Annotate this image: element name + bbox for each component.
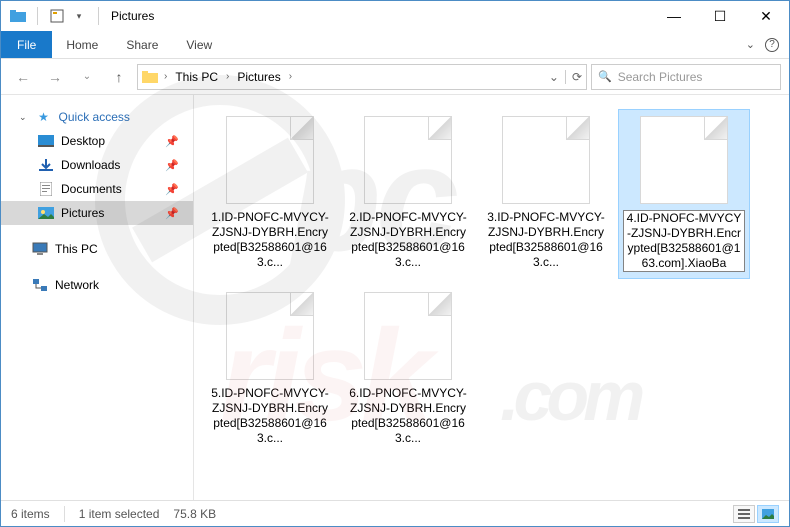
breadcrumb-segment-pictures[interactable]: Pictures — [233, 70, 284, 84]
star-icon: ★ — [35, 110, 53, 124]
file-item[interactable]: 4.ID-PNOFC-MVYCY-ZJSNJ-DYBRH.Encrypted[B… — [618, 109, 750, 279]
quick-access-toolbar: ▾ — [9, 7, 105, 25]
file-label: 6.ID-PNOFC-MVYCY-ZJSNJ-DYBRH.Encrypted[B… — [347, 386, 469, 446]
tab-home[interactable]: Home — [52, 31, 112, 58]
pin-icon: 📌 — [165, 207, 179, 220]
minimize-button[interactable]: — — [651, 1, 697, 31]
network-icon — [31, 278, 49, 292]
status-bar: 6 items 1 item selected 75.8 KB — [1, 500, 789, 526]
separator — [64, 506, 65, 522]
recent-locations-button[interactable]: ⌄ — [73, 63, 101, 91]
ribbon-collapse-button[interactable]: ⌄ ? — [736, 31, 789, 58]
pictures-icon — [37, 207, 55, 219]
sidebar-item-label: Quick access — [59, 110, 130, 124]
downloads-icon — [37, 158, 55, 172]
file-label: 2.ID-PNOFC-MVYCY-ZJSNJ-DYBRH.Encrypted[B… — [347, 210, 469, 270]
file-icon — [640, 116, 728, 204]
file-item[interactable]: 3.ID-PNOFC-MVYCY-ZJSNJ-DYBRH.Encrypted[B… — [480, 109, 612, 279]
thumbnails-view-button[interactable] — [757, 505, 779, 523]
close-button[interactable]: ✕ — [743, 1, 789, 31]
titlebar[interactable]: ▾ Pictures — ☐ ✕ — [1, 1, 789, 31]
separator — [37, 7, 38, 25]
sidebar-item-desktop[interactable]: Desktop 📌 — [1, 129, 193, 153]
window-controls: — ☐ ✕ — [651, 1, 789, 31]
maximize-button[interactable]: ☐ — [697, 1, 743, 31]
navigation-pane: ⌄ ★ Quick access Desktop 📌 Downloads 📌 D… — [1, 95, 194, 500]
file-label: 4.ID-PNOFC-MVYCY-ZJSNJ-DYBRH.Encrypted[B… — [623, 210, 745, 272]
sidebar-item-label: Documents — [61, 182, 122, 196]
expand-icon[interactable]: ⌄ — [19, 112, 27, 123]
separator — [98, 7, 99, 25]
sidebar-item-downloads[interactable]: Downloads 📌 — [1, 153, 193, 177]
help-icon[interactable]: ? — [765, 38, 779, 52]
documents-icon — [37, 182, 55, 196]
pin-icon: 📌 — [165, 159, 179, 172]
details-view-button[interactable] — [733, 505, 755, 523]
qat-dropdown-icon[interactable]: ▾ — [70, 7, 88, 25]
sidebar-item-label: Network — [55, 278, 99, 292]
status-size: 75.8 KB — [173, 507, 216, 521]
file-label: 3.ID-PNOFC-MVYCY-ZJSNJ-DYBRH.Encrypted[B… — [485, 210, 607, 270]
status-item-count: 6 items — [11, 507, 50, 521]
pin-icon: 📌 — [165, 135, 179, 148]
up-button[interactable]: ↑ — [105, 63, 133, 91]
search-placeholder: Search Pictures — [618, 70, 703, 84]
view-toggles — [733, 505, 779, 523]
desktop-icon — [37, 135, 55, 147]
file-icon — [364, 292, 452, 380]
chevron-right-icon[interactable]: › — [162, 71, 169, 82]
breadcrumb[interactable]: › This PC › Pictures › ⌄ ⟳ — [137, 64, 587, 90]
app-icon — [9, 7, 27, 25]
file-item[interactable]: 6.ID-PNOFC-MVYCY-ZJSNJ-DYBRH.Encrypted[B… — [342, 285, 474, 455]
chevron-down-icon: ⌄ — [746, 38, 755, 51]
chevron-right-icon[interactable]: › — [224, 71, 231, 82]
chevron-right-icon[interactable]: › — [287, 71, 294, 82]
sidebar-item-label: Desktop — [61, 134, 105, 148]
address-bar: ← → ⌄ ↑ › This PC › Pictures › ⌄ ⟳ 🔍 Sea… — [1, 59, 789, 95]
body: ⌄ ★ Quick access Desktop 📌 Downloads 📌 D… — [1, 95, 789, 500]
file-label: 1.ID-PNOFC-MVYCY-ZJSNJ-DYBRH.Encrypted[B… — [209, 210, 331, 270]
file-label: 5.ID-PNOFC-MVYCY-ZJSNJ-DYBRH.Encrypted[B… — [209, 386, 331, 446]
back-button[interactable]: ← — [9, 63, 37, 91]
properties-icon[interactable] — [48, 7, 66, 25]
explorer-window: ▾ Pictures — ☐ ✕ File Home Share View ⌄ … — [0, 0, 790, 527]
breadcrumb-dropdown-icon[interactable]: ⌄ — [549, 70, 559, 84]
search-icon: 🔍 — [598, 70, 612, 83]
file-icon — [226, 292, 314, 380]
file-tab[interactable]: File — [1, 31, 52, 58]
breadcrumb-segment-thispc[interactable]: This PC — [171, 70, 222, 84]
status-selection: 1 item selected — [79, 507, 160, 521]
sidebar-item-label: This PC — [55, 242, 98, 256]
file-icon — [226, 116, 314, 204]
computer-icon — [31, 242, 49, 256]
sidebar-item-thispc[interactable]: This PC — [1, 237, 193, 261]
sidebar-item-documents[interactable]: Documents 📌 — [1, 177, 193, 201]
tab-view[interactable]: View — [172, 31, 226, 58]
sidebar-item-label: Downloads — [61, 158, 120, 172]
pin-icon: 📌 — [165, 183, 179, 196]
sidebar-item-pictures[interactable]: Pictures 📌 — [1, 201, 193, 225]
window-title: Pictures — [111, 9, 154, 23]
file-icon — [364, 116, 452, 204]
tab-share[interactable]: Share — [112, 31, 172, 58]
file-list[interactable]: 1.ID-PNOFC-MVYCY-ZJSNJ-DYBRH.Encrypted[B… — [194, 95, 789, 500]
ribbon-tabs: File Home Share View ⌄ ? — [1, 31, 789, 59]
file-item[interactable]: 2.ID-PNOFC-MVYCY-ZJSNJ-DYBRH.Encrypted[B… — [342, 109, 474, 279]
sidebar-item-network[interactable]: Network — [1, 273, 193, 297]
location-icon — [142, 70, 160, 84]
refresh-button[interactable]: ⟳ — [565, 70, 582, 84]
sidebar-quick-access[interactable]: ⌄ ★ Quick access — [1, 105, 193, 129]
forward-button[interactable]: → — [41, 63, 69, 91]
search-input[interactable]: 🔍 Search Pictures — [591, 64, 781, 90]
file-icon — [502, 116, 590, 204]
sidebar-item-label: Pictures — [61, 206, 104, 220]
file-item[interactable]: 5.ID-PNOFC-MVYCY-ZJSNJ-DYBRH.Encrypted[B… — [204, 285, 336, 455]
file-item[interactable]: 1.ID-PNOFC-MVYCY-ZJSNJ-DYBRH.Encrypted[B… — [204, 109, 336, 279]
